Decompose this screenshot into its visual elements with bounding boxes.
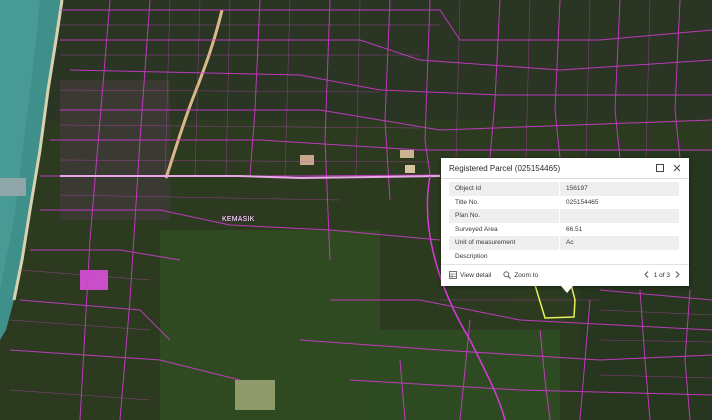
attribute-row: Unit of measurement Ac — [449, 236, 679, 250]
attribute-key: Unit of measurement — [449, 236, 560, 250]
attribute-table: Object Id 156197 Title No. 025154465 Pla… — [449, 182, 679, 263]
attribute-value: 156197 — [559, 182, 679, 196]
close-icon — [673, 159, 681, 177]
attribute-key: Description — [449, 249, 560, 263]
maximize-button[interactable] — [654, 162, 666, 174]
attribute-row: Description — [449, 249, 680, 264]
attribute-value: 025154465 — [566, 198, 599, 206]
attribute-value — [560, 250, 680, 264]
next-feature-button[interactable] — [673, 271, 681, 281]
attribute-row: Plan No. — [449, 209, 679, 223]
attribute-value: Ac — [559, 236, 679, 250]
view-detail-label: View detail — [460, 272, 492, 279]
popup-footer: View detail Zoom to 1 of 3 — [441, 264, 689, 286]
chevron-left-icon — [644, 271, 649, 280]
attribute-key: Surveyed Area — [449, 222, 560, 236]
attribute-key: Object Id — [449, 182, 560, 196]
pager-label: 1 of 3 — [653, 272, 670, 279]
feature-pager: 1 of 3 — [643, 271, 681, 281]
attribute-value — [559, 209, 679, 223]
zoom-icon — [503, 270, 514, 281]
attribute-key: Title No. — [449, 195, 560, 209]
zoom-to-label: Zoom to — [514, 272, 539, 279]
zoom-to-button[interactable]: Zoom to — [503, 270, 539, 281]
feature-popup[interactable]: Registered Parcel (025154465) Object Id … — [441, 158, 689, 286]
view-detail-button[interactable]: View detail — [449, 270, 492, 281]
attribute-row: Title No. 025154465 — [449, 195, 679, 209]
popup-pointer — [561, 286, 573, 293]
attribute-key: Plan No. — [449, 209, 560, 223]
chevron-right-icon — [675, 271, 680, 280]
attribute-row: Surveyed Area 66.51 — [449, 222, 679, 236]
maximize-icon — [656, 159, 664, 177]
place-label: KEMASIK — [222, 216, 255, 223]
popup-title: Registered Parcel (025154465) — [449, 163, 561, 173]
attribute-value: 66.51 — [566, 225, 583, 233]
popup-header: Registered Parcel (025154465) — [441, 158, 689, 179]
previous-feature-button[interactable] — [643, 271, 651, 281]
attribute-row: Object Id 156197 — [449, 182, 679, 196]
table-icon — [449, 270, 460, 281]
close-button[interactable] — [671, 162, 683, 174]
